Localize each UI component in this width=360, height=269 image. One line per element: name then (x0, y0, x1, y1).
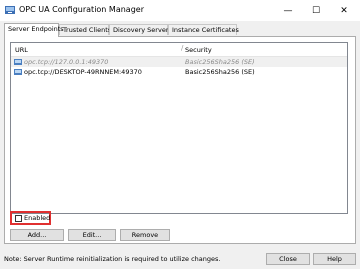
minimize-button[interactable]: — (276, 0, 300, 21)
remove-button[interactable]: Remove (120, 229, 170, 241)
app-icon (5, 6, 15, 14)
column-header-url[interactable]: URL (15, 46, 28, 54)
endpoint-url: opc.tcp://127.0.0.1:49370 (24, 58, 109, 66)
enabled-checkbox[interactable] (15, 215, 22, 222)
window-title: OPC UA Configuration Manager (19, 5, 144, 14)
enabled-checkbox-highlight: Enabled (10, 211, 51, 225)
window: OPC UA Configuration Manager — ☐ ✕ Serve… (0, 0, 360, 269)
list-item[interactable]: opc.tcp://127.0.0.1:49370 Basic256Sha256… (11, 57, 347, 67)
endpoint-icon (14, 59, 22, 65)
enabled-label[interactable]: Enabled (24, 214, 50, 222)
column-separator: / (181, 44, 184, 52)
endpoint-security: Basic256Sha256 (SE) (185, 68, 255, 76)
edit-button[interactable]: Edit... (68, 229, 116, 241)
status-note: Note: Server Runtime reinitialization is… (4, 255, 221, 263)
help-button[interactable]: Help (313, 253, 356, 265)
endpoint-security: Basic256Sha256 (SE) (185, 58, 255, 66)
maximize-button[interactable]: ☐ (304, 0, 328, 21)
endpoint-icon (14, 69, 22, 75)
window-close-button[interactable]: ✕ (332, 0, 356, 21)
list-item[interactable]: opc.tcp://DESKTOP-49RNNEM:49370 Basic256… (11, 67, 347, 77)
endpoints-list[interactable]: URL / Security opc.tcp://127.0.0.1:49370… (10, 42, 348, 214)
list-header: URL / Security (11, 43, 347, 57)
title-bar: OPC UA Configuration Manager — ☐ ✕ (0, 0, 360, 21)
close-button[interactable]: Close (266, 253, 310, 265)
tab-panel: URL / Security opc.tcp://127.0.0.1:49370… (4, 36, 356, 244)
endpoint-url: opc.tcp://DESKTOP-49RNNEM:49370 (24, 68, 142, 76)
add-button[interactable]: Add... (10, 229, 64, 241)
tab-trusted-clients[interactable]: Trusted Clients (59, 24, 111, 35)
tab-server-endpoints[interactable]: Server Endpoints (4, 23, 64, 37)
column-header-security[interactable]: Security (185, 46, 212, 54)
tab-instance-certificates[interactable]: Instance Certificates (168, 24, 239, 35)
tab-discovery-servers[interactable]: Discovery Servers (109, 24, 172, 35)
